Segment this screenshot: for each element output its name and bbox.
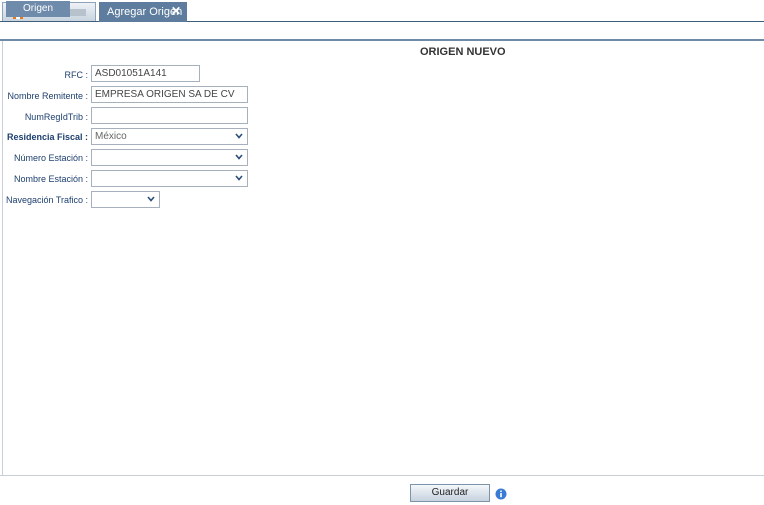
tab-agregar-origen[interactable]: Agregar Origen ✕ <box>99 2 187 22</box>
chevron-down-icon <box>235 153 243 161</box>
sub-tab-bar <box>0 22 764 41</box>
numero-estacion-label: Número Estación : <box>13 153 88 163</box>
close-icon[interactable]: ✕ <box>171 4 181 18</box>
subtab-origen[interactable]: Origen <box>6 1 70 17</box>
nombre-estacion-label: Nombre Estación : <box>13 174 88 184</box>
residencia-fiscal-label: Residencia Fiscal : <box>6 132 88 142</box>
nombre-remitente-field[interactable]: EMPRESA ORIGEN SA DE CV <box>91 86 248 103</box>
navegacion-trafico-label: Navegación Trafico : <box>5 195 88 205</box>
chevron-down-icon <box>147 195 155 203</box>
page-title: ORIGEN NUEVO <box>420 46 506 58</box>
num-reg-id-trib-label: NumRegIdTrib : <box>24 112 88 122</box>
footer-bar <box>0 475 764 503</box>
rfc-label: RFC : <box>64 70 89 80</box>
residencia-fiscal-select[interactable]: México <box>91 128 248 145</box>
save-button[interactable]: Guardar <box>410 484 490 502</box>
chevron-down-icon <box>235 132 243 140</box>
nombre-estacion-select[interactable] <box>91 170 248 187</box>
num-reg-id-trib-field[interactable] <box>91 107 248 124</box>
navegacion-trafico-select[interactable] <box>91 191 160 208</box>
numero-estacion-select[interactable] <box>91 149 248 166</box>
rfc-field[interactable]: ASD01051A141 <box>91 65 200 82</box>
residencia-fiscal-value: México <box>95 131 127 142</box>
chevron-down-icon <box>235 174 243 182</box>
info-icon[interactable] <box>495 487 507 500</box>
nombre-remitente-label: Nombre Remitente : <box>7 91 88 101</box>
